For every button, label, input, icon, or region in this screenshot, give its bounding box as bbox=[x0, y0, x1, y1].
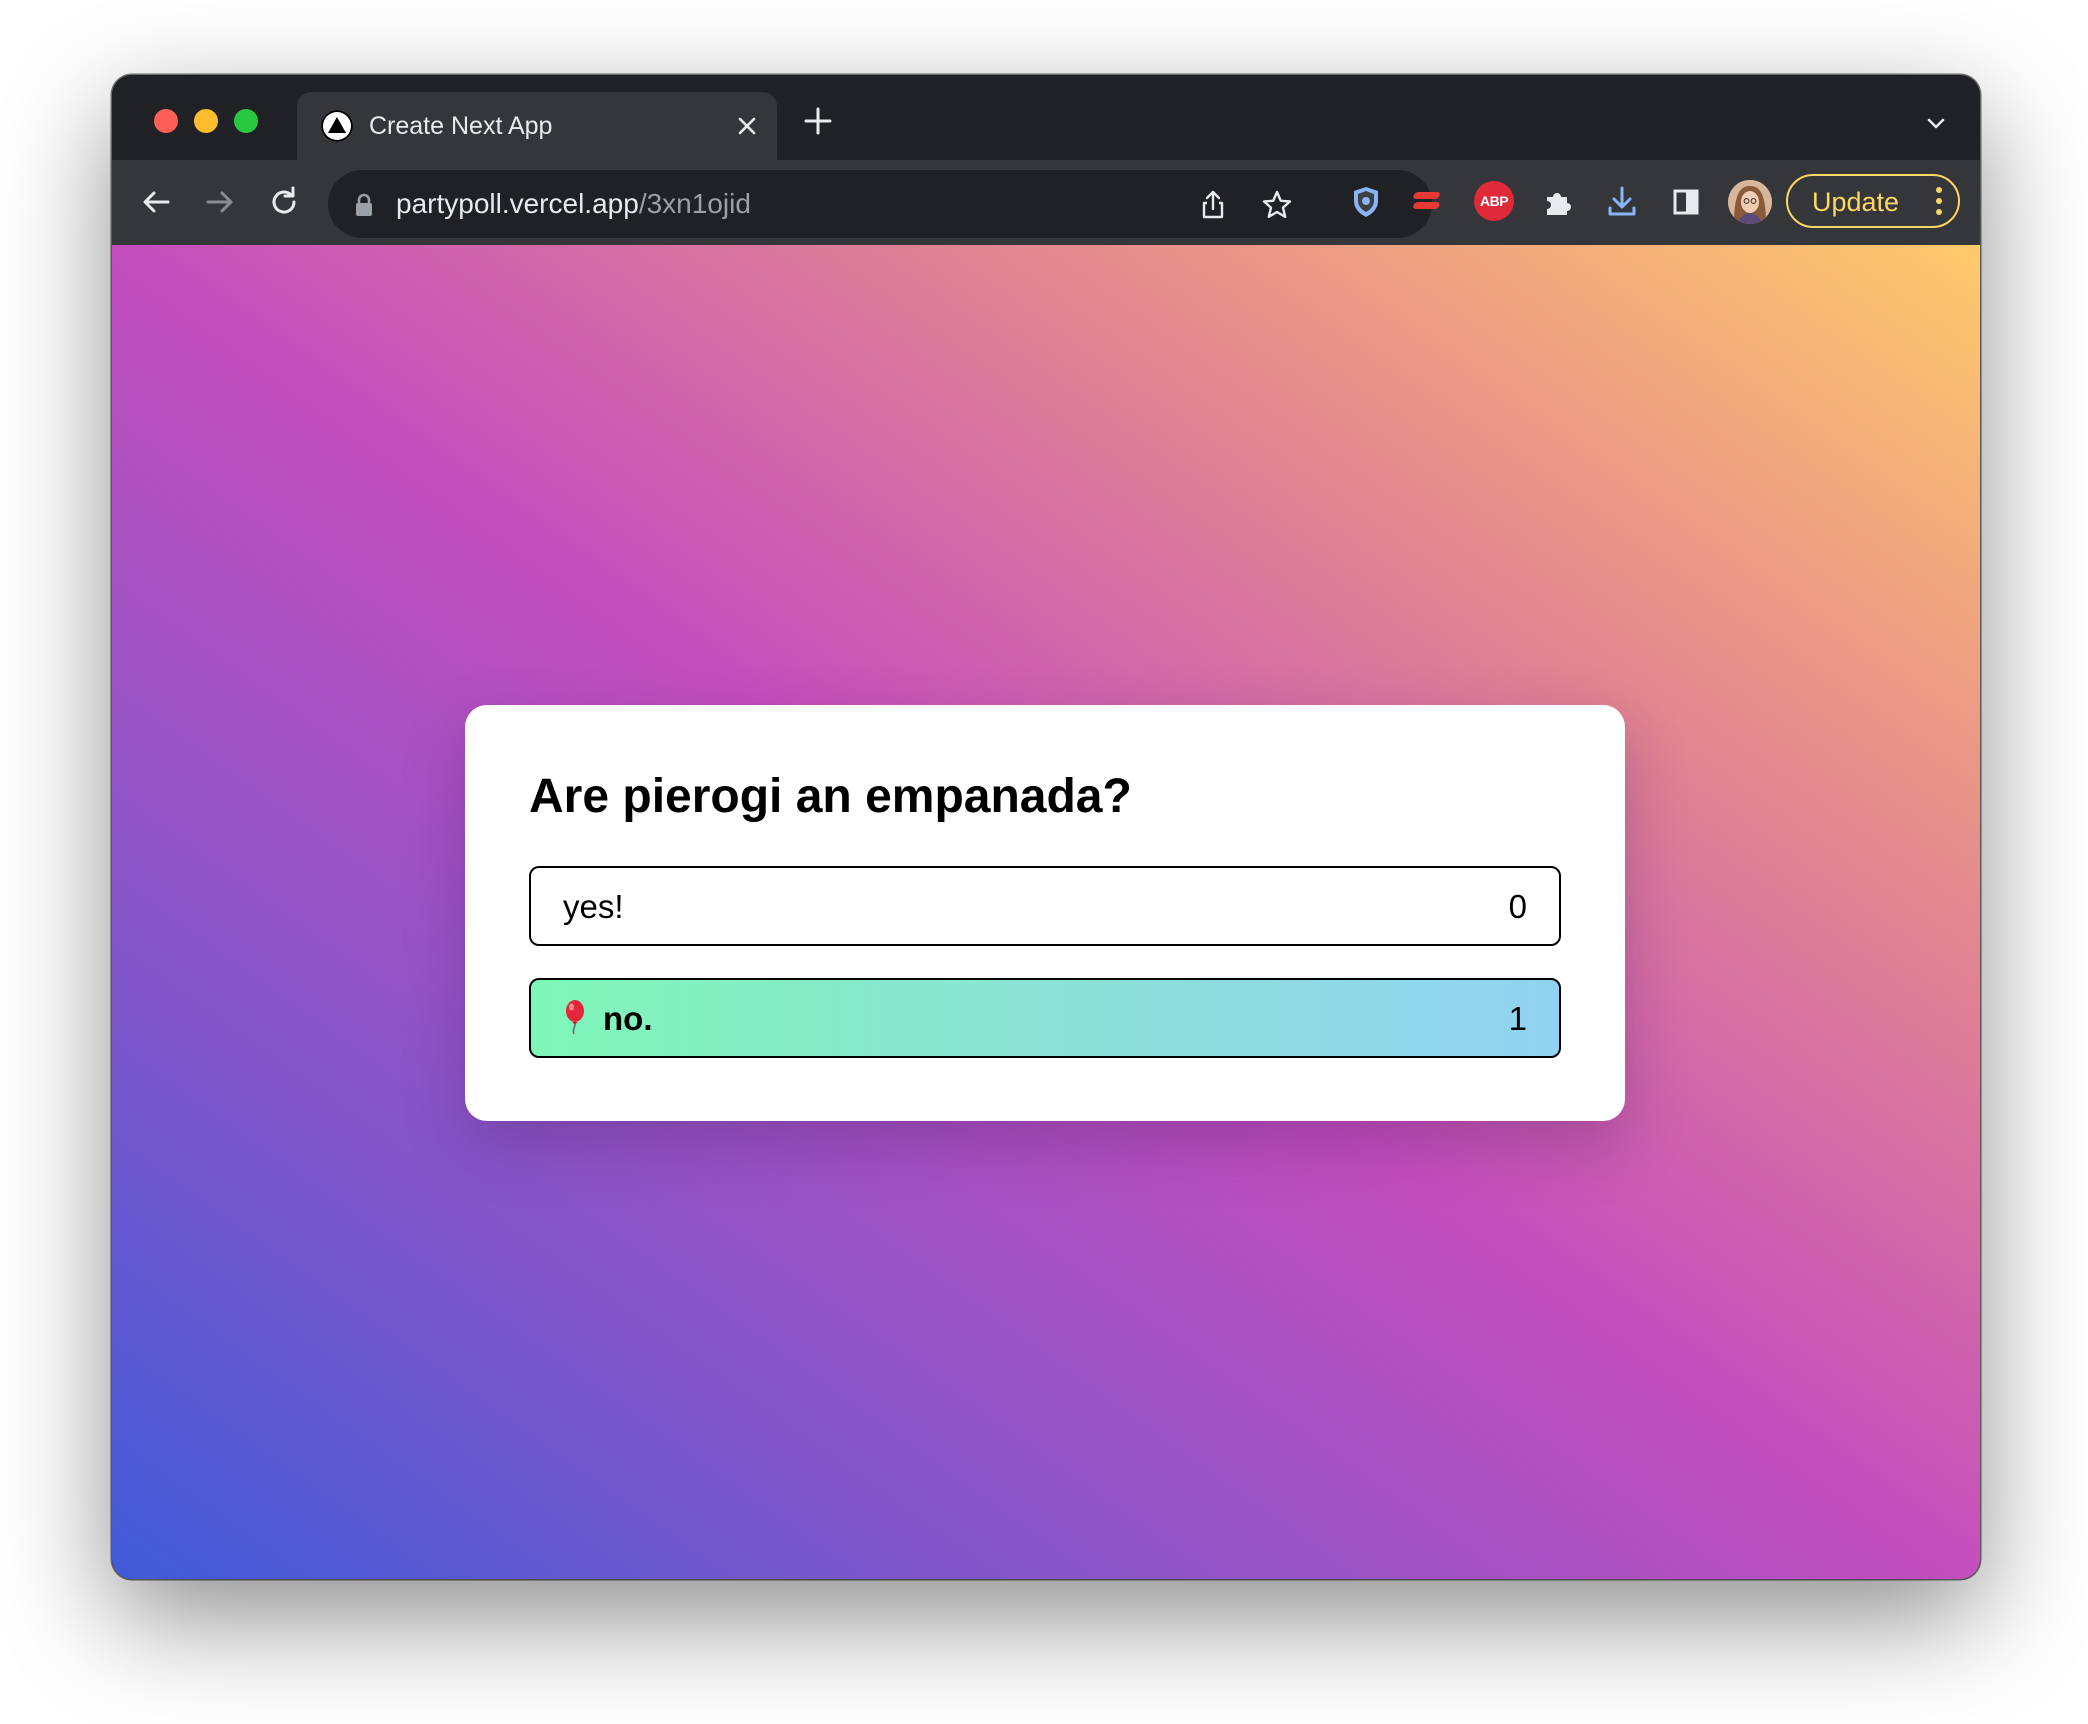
zoom-window-button[interactable] bbox=[234, 109, 258, 133]
privacy-shield-icon[interactable] bbox=[1346, 182, 1386, 222]
profile-avatar[interactable] bbox=[1728, 180, 1772, 224]
option-vote-count: 0 bbox=[1508, 888, 1527, 925]
address-bar[interactable]: partypoll.vercel.app/3xn1ojid bbox=[328, 170, 1432, 238]
tab-create-next-app[interactable]: Create Next App bbox=[297, 92, 777, 160]
poll-question: Are pierogi an empanada? bbox=[529, 770, 1132, 823]
adblock-plus-icon[interactable]: ABP bbox=[1474, 181, 1514, 221]
forward-arrow-icon[interactable] bbox=[200, 182, 240, 222]
screenshot-stage: Create Next App partypoll.vercel.app/3xn… bbox=[0, 0, 2088, 1724]
option-vote-count: 1 bbox=[1508, 1000, 1527, 1037]
bookmark-star-icon[interactable] bbox=[1260, 188, 1294, 222]
back-arrow-icon[interactable] bbox=[136, 182, 176, 222]
tab-search-chevron-down-icon[interactable] bbox=[1922, 109, 1950, 137]
reload-icon[interactable] bbox=[264, 182, 304, 222]
update-button[interactable]: Update bbox=[1786, 174, 1960, 228]
side-panel-icon[interactable] bbox=[1666, 182, 1706, 222]
more-menu-vertical-dots-icon[interactable] bbox=[1934, 185, 1944, 217]
share-icon[interactable] bbox=[1196, 188, 1230, 222]
poll-option-yes[interactable]: yes! 0 bbox=[529, 866, 1561, 946]
triangle-logo-icon bbox=[321, 110, 353, 142]
url-host: partypoll.vercel.app bbox=[396, 188, 639, 219]
page-viewport: Are pierogi an empanada? yes! 0 no. 1 bbox=[112, 245, 1980, 1579]
close-window-button[interactable] bbox=[154, 109, 178, 133]
url-path: /3xn1ojid bbox=[638, 188, 751, 219]
poll-option-no[interactable]: no. 1 bbox=[529, 978, 1561, 1058]
tab-strip: Create Next App bbox=[112, 75, 1980, 160]
browser-toolbar: partypoll.vercel.app/3xn1ojid ABP Update bbox=[112, 160, 1980, 245]
new-tab-plus-icon[interactable] bbox=[802, 105, 834, 137]
tab-title: Create Next App bbox=[369, 112, 553, 140]
download-icon[interactable] bbox=[1602, 182, 1642, 222]
minimize-window-button[interactable] bbox=[194, 109, 218, 133]
lastpass-stripes-icon[interactable] bbox=[1410, 182, 1450, 222]
poll-card: Are pierogi an empanada? yes! 0 no. 1 bbox=[465, 705, 1625, 1121]
option-label: yes! bbox=[563, 888, 624, 925]
url-text[interactable]: partypoll.vercel.app/3xn1ojid bbox=[396, 186, 751, 222]
update-label: Update bbox=[1812, 187, 1900, 217]
tab-close-icon[interactable] bbox=[733, 112, 761, 140]
option-label: no. bbox=[603, 1000, 653, 1037]
browser-window: Create Next App partypoll.vercel.app/3xn… bbox=[112, 75, 1980, 1579]
lock-icon[interactable] bbox=[352, 192, 376, 218]
extensions-puzzle-icon[interactable] bbox=[1538, 182, 1578, 222]
balloon-icon bbox=[561, 1000, 589, 1036]
